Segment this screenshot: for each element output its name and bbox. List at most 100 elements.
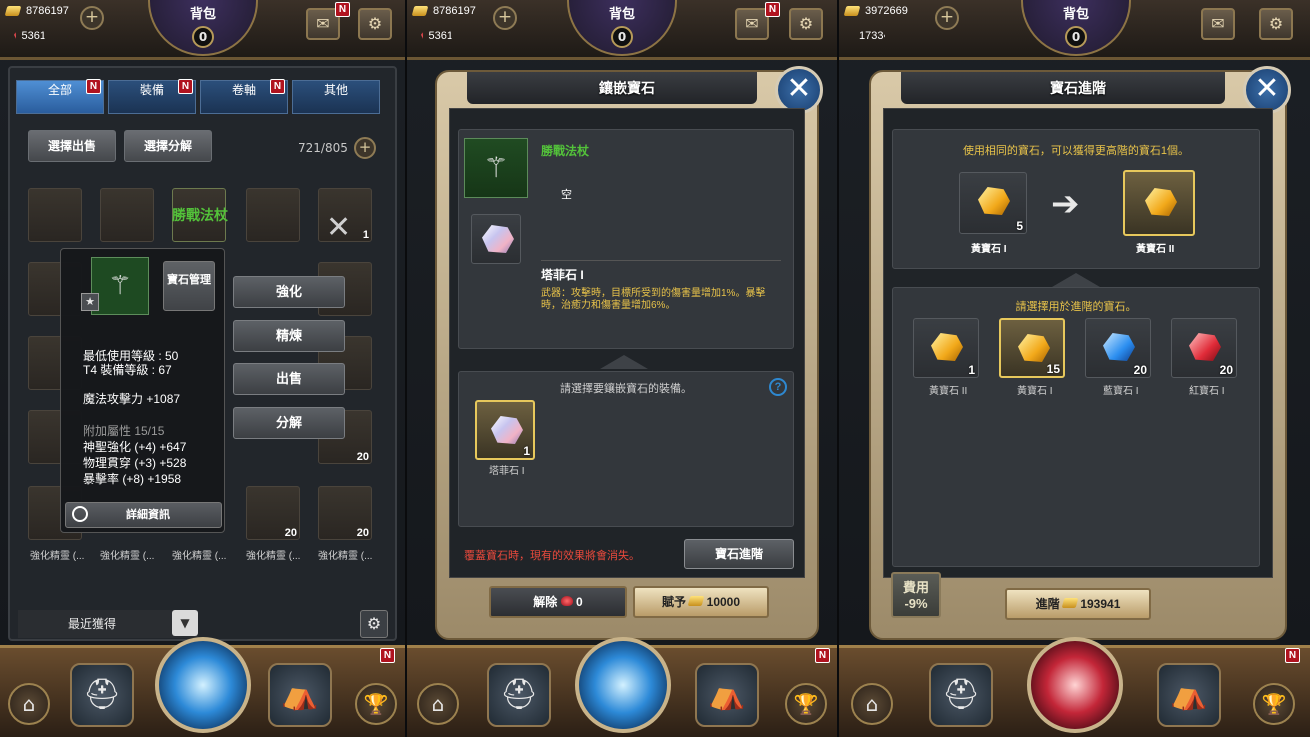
gem-name: 塔菲石 I <box>541 268 584 282</box>
attribute: 物理貫穿 (+3) +528 <box>83 456 187 470</box>
inventory-slot[interactable] <box>100 188 154 242</box>
helmet-icon[interactable]: ⛑ <box>487 663 551 727</box>
bag-title-text: 背包 <box>1062 6 1089 21</box>
sell-button[interactable]: 出售 <box>233 363 345 395</box>
gem-advance-button[interactable]: 寶石進階 <box>684 539 794 569</box>
gold-icon <box>411 6 429 16</box>
socket-slot[interactable] <box>471 214 521 264</box>
gear-icon: ⚙ <box>798 14 814 33</box>
gem-candidate-slot[interactable]: 1 <box>475 400 535 460</box>
gem-option-slot[interactable]: 20 <box>1085 318 1151 378</box>
settings-button[interactable]: ⚙ <box>1259 8 1293 40</box>
portal-icon[interactable] <box>155 637 251 733</box>
trophy-icon[interactable]: 🏆 <box>785 683 827 725</box>
close-button[interactable]: ✕ <box>775 66 823 114</box>
inventory-slot[interactable]: 20 <box>246 486 300 540</box>
tab-other[interactable]: 其他 <box>292 80 380 114</box>
home-icon[interactable]: ⌂ <box>8 683 50 725</box>
top-bar: 3972669 17330 + 背包 0 ✉ ⚙ <box>839 0 1310 60</box>
dialog-content: 使用相同的寶石，可以獲得更高階的寶石1個。 5 黃寶石 I ➔ 黃寶石 II 請… <box>883 108 1273 578</box>
gem-display: 17330 <box>859 30 890 42</box>
portal-icon[interactable] <box>575 637 671 733</box>
refine-button[interactable]: 精煉 <box>233 320 345 352</box>
add-currency-button[interactable]: + <box>80 6 104 30</box>
expand-capacity-button[interactable]: + <box>354 137 376 159</box>
bag-title: 背包 0 <box>1021 0 1131 56</box>
home-icon[interactable]: ⌂ <box>851 683 893 725</box>
gold-icon <box>4 6 22 16</box>
inventory-slot[interactable]: 20 <box>318 486 372 540</box>
gear-icon: ⚙ <box>367 14 383 33</box>
help-icon[interactable]: ? <box>769 378 787 396</box>
portal-icon[interactable] <box>1027 637 1123 733</box>
filter-settings-button[interactable]: ⚙ <box>360 610 388 638</box>
trophy-new-badge: N <box>380 648 395 663</box>
settings-button[interactable]: ⚙ <box>789 8 823 40</box>
dismantle-button[interactable]: 分解 <box>233 407 345 439</box>
mail-icon: ✉ <box>316 14 330 33</box>
close-icon[interactable]: ✕ <box>326 210 351 245</box>
star-icon[interactable]: ★ <box>81 293 99 311</box>
new-badge: N <box>270 79 285 94</box>
shop-icon[interactable]: ⛺ <box>1157 663 1221 727</box>
advance-button[interactable]: 進階 193941 <box>1005 588 1151 620</box>
select-dismantle-button[interactable]: 選擇分解 <box>124 130 212 162</box>
magic-attack: 魔法攻擊力 +1087 <box>83 392 181 406</box>
select-sell-button[interactable]: 選擇出售 <box>28 130 116 162</box>
gem-display: 5361 <box>421 22 453 50</box>
add-currency-button[interactable]: + <box>935 6 959 30</box>
t4-level: T4 裝備等級 : 67 <box>83 363 172 377</box>
tab-equipment[interactable]: 裝備 N <box>108 79 196 114</box>
socket-gem-dialog: 鑲嵌寶石 ✕ ⚚ 勝戰法杖 空 塔菲石 I 武器：攻擊時，目標所受到的傷害量增加… <box>435 66 823 640</box>
item-box: ⚚ 勝戰法杖 空 塔菲石 I 武器：攻擊時，目標所受到的傷害量增加1%。暴擊時，… <box>458 129 794 349</box>
close-button[interactable]: ✕ <box>1243 66 1291 114</box>
apply-gem-button[interactable]: 賦予 10000 <box>633 586 769 618</box>
recent-sort-dropdown[interactable]: 最近獲得 <box>18 610 198 638</box>
target-gem-slot <box>1123 170 1195 236</box>
selected-item-name: 勝戰法杖 <box>172 207 228 223</box>
blue-gem-icon <box>1103 333 1135 361</box>
tab-scrolls[interactable]: 卷軸 N <box>200 79 288 114</box>
gold-icon <box>1061 598 1079 608</box>
helmet-icon[interactable]: ⛑ <box>70 663 134 727</box>
shop-icon[interactable]: ⛺ <box>695 663 759 727</box>
detail-info-button[interactable]: 詳細資訊 <box>65 502 222 528</box>
gem-advance-dialog: 寶石進階 ✕ 使用相同的寶石，可以獲得更高階的寶石1個。 5 黃寶石 I ➔ 黃… <box>869 66 1291 640</box>
topaz-gem-icon <box>482 225 514 253</box>
select-prompt: 請選擇要鑲嵌寶石的裝備。 <box>560 383 692 395</box>
source-gem-label: 黃寶石 I <box>971 244 1007 255</box>
overwrite-warning: 覆蓋寶石時，現有的效果將會消失。 <box>464 550 640 562</box>
chevron-down-icon[interactable]: ▼ <box>172 610 198 636</box>
trophy-icon[interactable]: 🏆 <box>1253 683 1295 725</box>
dialog-content: ⚚ 勝戰法杖 空 塔菲石 I 武器：攻擊時，目標所受到的傷害量增加1%。暴擊時，… <box>449 108 805 578</box>
slot-label: 強化精靈 (... <box>172 551 227 562</box>
dialog-title: 鑲嵌寶石 <box>599 80 655 96</box>
trophy-new-badge: N <box>815 648 830 663</box>
gem-option-slot[interactable]: 1 <box>913 318 979 378</box>
gem-manage-button[interactable]: 寶石管理 <box>163 261 215 311</box>
topaz-gem-icon <box>491 416 523 444</box>
bag-title-text: 背包 <box>608 6 635 21</box>
mail-icon: ✉ <box>745 14 759 33</box>
tab-all[interactable]: 全部 N <box>16 79 104 114</box>
gem-option-slot[interactable]: 20 <box>1171 318 1237 378</box>
inventory-slot[interactable] <box>246 188 300 242</box>
inventory-slot[interactable] <box>28 188 82 242</box>
settings-button[interactable]: ⚙ <box>358 8 392 40</box>
mail-button[interactable]: ✉ <box>1201 8 1235 40</box>
top-bar: 8786197 5361 + 背包 0 ✉ N ⚙ <box>0 0 405 60</box>
remove-gem-button[interactable]: 解除 0 <box>489 586 627 618</box>
home-icon[interactable]: ⌂ <box>417 683 459 725</box>
enhance-button[interactable]: 強化 <box>233 276 345 308</box>
divider <box>541 260 781 261</box>
mail-button[interactable]: ✉ <box>735 8 769 40</box>
shop-icon[interactable]: ⛺ <box>268 663 332 727</box>
inventory-tabs: 全部 N 裝備 N 卷軸 N 其他 <box>16 79 380 114</box>
new-badge: N <box>178 79 193 94</box>
socket-empty: 空 <box>561 189 572 201</box>
helmet-icon[interactable]: ⛑ <box>929 663 993 727</box>
trophy-icon[interactable]: 🏆 <box>355 683 397 725</box>
staff-icon: ⚚ <box>91 257 149 315</box>
add-currency-button[interactable]: + <box>493 6 517 30</box>
gem-option-slot[interactable]: 15 <box>999 318 1065 378</box>
